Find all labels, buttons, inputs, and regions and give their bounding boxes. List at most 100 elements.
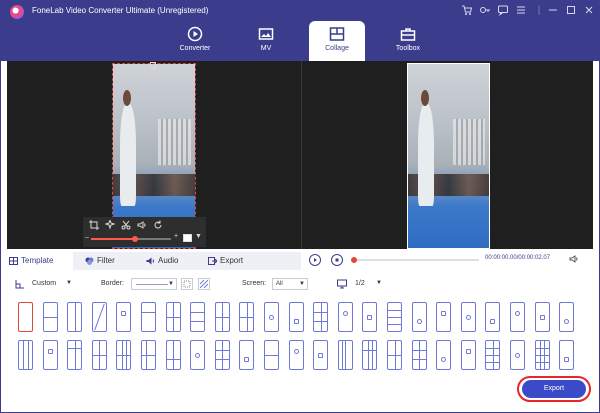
template-thumbnail[interactable] [214,340,230,370]
template-thumbnail[interactable] [387,302,402,332]
template-thumbnail[interactable] [239,302,255,332]
cart-icon[interactable] [460,4,474,18]
volume-minus-icon[interactable]: – [85,234,89,241]
template-thumbnail[interactable] [190,302,206,332]
template-thumbnail[interactable] [362,340,378,370]
screen-label: Screen: [242,280,267,287]
template-thumbnail[interactable] [436,302,452,332]
tab-export-label: Export [220,256,244,265]
template-thumbnail[interactable] [337,302,353,332]
layout-value[interactable]: Custom [32,280,56,287]
export-icon [208,257,217,265]
volume-slider[interactable] [91,236,171,242]
border-style-dropdown[interactable]: ▼ [131,278,177,290]
toolbox-icon [400,28,416,41]
template-thumbnail[interactable] [534,340,550,370]
page-value[interactable]: 1/2 [355,280,365,287]
drag-handle-icon[interactable] [150,62,156,68]
tab-filter[interactable]: Filter [83,252,137,270]
play-button[interactable] [309,254,321,266]
template-thumbnail[interactable] [42,340,58,370]
tab-mv-label: MV [260,45,272,52]
template-thumbnail[interactable] [510,340,525,370]
template-thumbnail[interactable] [42,302,58,332]
playback-progress-bar[interactable] [351,257,479,263]
template-thumbnail[interactable] [559,302,575,332]
template-thumbnail[interactable] [288,340,304,370]
tab-template[interactable]: Template [7,252,73,270]
playback-progress-knob[interactable] [351,257,357,263]
tab-audio-label: Audio [158,256,179,265]
template-thumbnail[interactable] [411,340,427,370]
chat-icon[interactable] [496,4,510,18]
template-thumbnail[interactable] [165,302,181,332]
template-thumbnail[interactable] [387,340,402,370]
menu-icon[interactable] [514,4,528,18]
template-thumbnail[interactable] [214,302,230,332]
template-thumbnail[interactable] [91,340,107,370]
volume-plus-icon[interactable]: + [174,233,178,240]
tab-audio[interactable]: Audio [144,252,200,270]
template-thumbnail[interactable] [559,340,575,370]
template-thumbnail[interactable] [67,302,83,332]
tab-export[interactable]: Export [206,252,266,270]
template-thumbnail[interactable] [411,302,427,332]
template-thumbnail[interactable] [91,302,107,332]
tab-collage[interactable]: Collage [309,21,365,61]
cell-edit-toolbar: – + ▼ [83,217,206,247]
template-thumbnail[interactable] [165,340,181,370]
border-color-button[interactable] [181,278,193,290]
template-thumbnail[interactable] [510,302,525,332]
template-thumbnail[interactable] [190,340,206,370]
template-thumbnail[interactable] [288,302,304,332]
rotate-icon[interactable] [153,220,163,230]
screen-dropdown[interactable]: All ▼ [272,278,308,290]
chevron-down-icon[interactable]: ▼ [195,233,202,240]
tab-converter[interactable]: Converter [167,21,223,61]
border-pattern-button[interactable] [198,278,210,290]
aspect-ratio-icon[interactable] [183,234,192,242]
title-bar: FoneLab Video Converter Ultimate (Unregi… [1,1,599,61]
volume-icon[interactable] [137,220,147,230]
template-thumbnail[interactable] [116,302,132,332]
template-thumbnail[interactable] [141,340,156,370]
template-thumbnail[interactable] [313,302,329,332]
crop-icon[interactable] [89,220,99,230]
key-icon[interactable] [478,4,492,18]
close-icon[interactable] [582,4,596,18]
template-thumbnail[interactable] [460,302,476,332]
collage-cell-right[interactable] [407,63,490,249]
template-thumbnail[interactable] [141,302,156,332]
template-thumbnail[interactable] [264,302,279,332]
template-thumbnail[interactable] [264,340,279,370]
template-thumbnail[interactable] [485,302,501,332]
stop-button[interactable] [331,254,343,266]
template-thumbnail[interactable] [460,340,476,370]
template-thumbnail[interactable] [18,340,33,370]
volume-icon[interactable] [569,254,579,266]
template-thumbnail[interactable] [362,302,378,332]
tab-toolbox[interactable]: Toolbox [380,21,436,61]
chevron-down-icon[interactable]: ▼ [376,280,382,286]
template-thumbnail[interactable] [313,340,329,370]
template-thumbnail[interactable] [436,340,452,370]
minimize-icon[interactable] [546,4,560,18]
volume-slider-knob[interactable] [132,236,138,242]
template-thumbnail[interactable] [67,340,83,370]
tab-mv[interactable]: MV [238,21,294,61]
template-thumbnail[interactable] [116,340,132,370]
template-thumbnail[interactable] [18,302,33,332]
template-thumbnail[interactable] [485,340,501,370]
chevron-down-icon[interactable]: ▼ [66,280,72,286]
cut-icon[interactable] [121,220,131,230]
tab-collage-label: Collage [325,45,349,52]
template-thumbnail[interactable] [239,340,255,370]
app-logo-icon [10,5,24,19]
template-thumbnail[interactable] [534,302,550,332]
bottom-tabs: Template Filter Audio Export [7,252,301,270]
export-button[interactable]: Export [522,380,586,398]
preview-divider [301,61,302,249]
effect-icon[interactable] [104,218,116,230]
template-thumbnail[interactable] [337,340,353,370]
maximize-icon[interactable] [564,4,578,18]
